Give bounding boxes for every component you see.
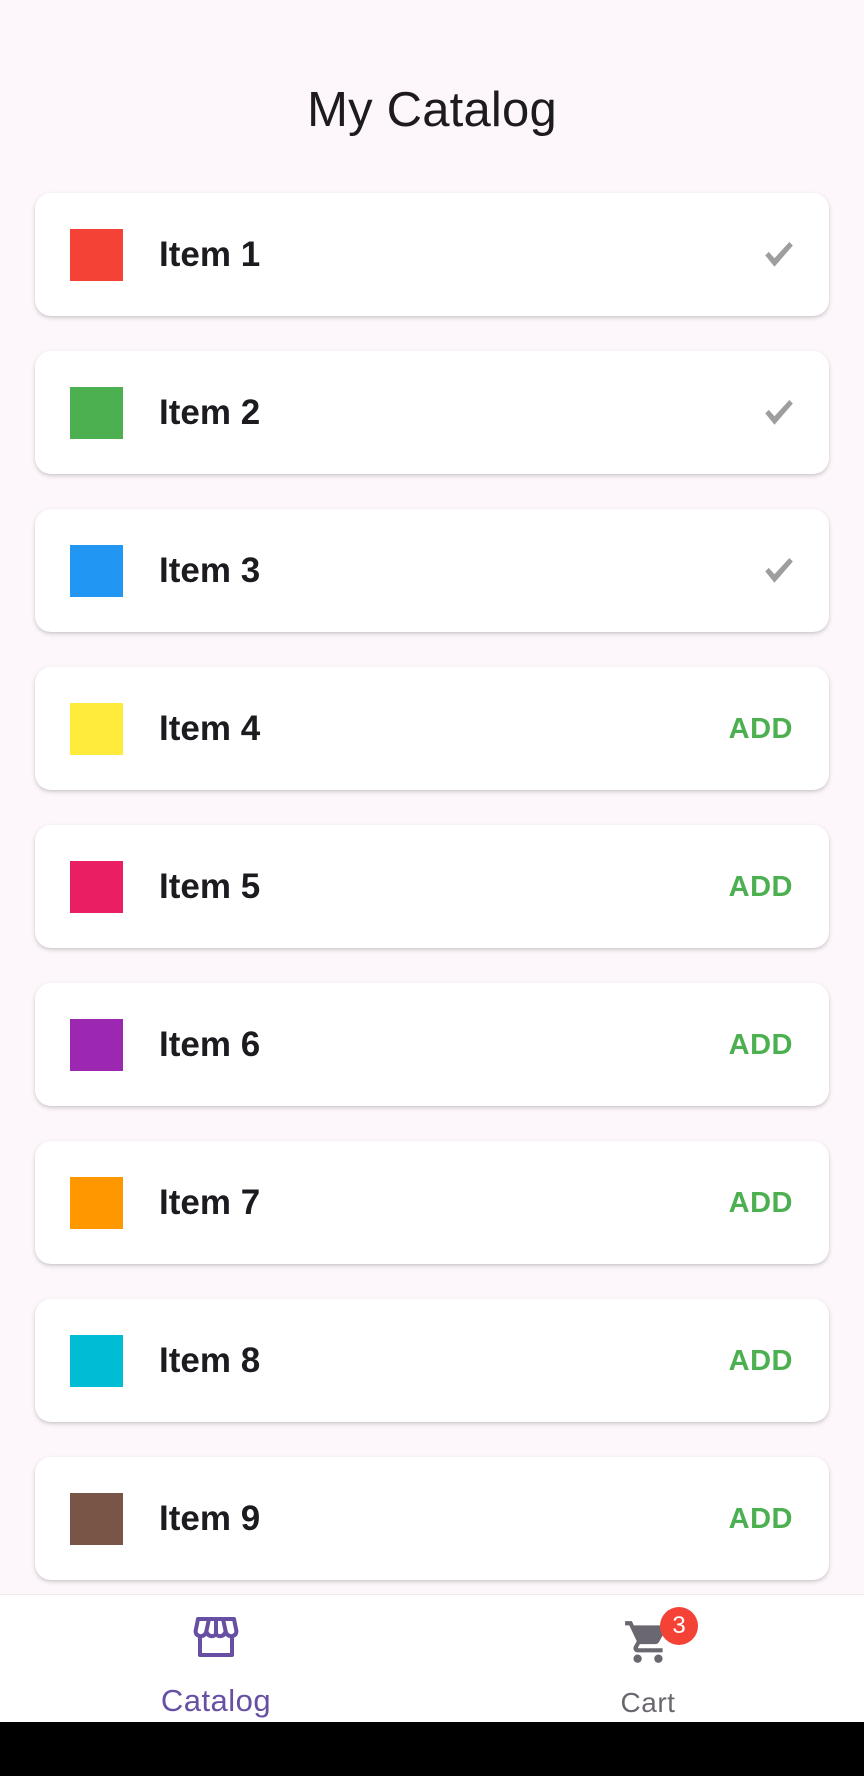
item-name: Item 4 (159, 709, 261, 748)
list-item: Item 2 (35, 351, 829, 474)
nav-catalog-label: Catalog (160, 1683, 272, 1718)
item-name: Item 1 (159, 235, 261, 274)
system-navigation-bar (0, 1722, 864, 1776)
color-swatch (70, 1019, 123, 1071)
list-item: Item 3 (35, 509, 829, 632)
add-button[interactable]: ADD (729, 1023, 793, 1067)
item-name: Item 3 (159, 551, 261, 590)
catalog-list[interactable]: My Catalog Item 1 Item 2 Item 3 Item 4 A… (0, 0, 864, 1594)
add-button[interactable]: ADD (729, 1181, 793, 1225)
color-swatch (70, 1493, 123, 1545)
nav-catalog[interactable]: Catalog (0, 1595, 432, 1723)
storefront-icon (193, 1617, 239, 1657)
add-button[interactable]: ADD (729, 707, 793, 751)
item-name: Item 2 (159, 393, 261, 432)
list-item: Item 9 ADD (35, 1457, 829, 1580)
check-icon (765, 399, 793, 425)
list-item: Item 5 ADD (35, 825, 829, 948)
color-swatch (70, 545, 123, 597)
add-button[interactable]: ADD (729, 1497, 793, 1541)
add-button[interactable]: ADD (729, 865, 793, 909)
item-name: Item 8 (159, 1341, 261, 1380)
list-item: Item 4 ADD (35, 667, 829, 790)
list-item: Item 6 ADD (35, 983, 829, 1106)
bottom-navigation: Catalog 3 Cart (0, 1594, 864, 1723)
list-item: Item 1 (35, 193, 829, 316)
item-name: Item 5 (159, 867, 261, 906)
color-swatch (70, 1177, 123, 1229)
color-swatch (70, 1335, 123, 1387)
nav-cart-label: Cart (620, 1687, 676, 1718)
list-item: Item 7 ADD (35, 1141, 829, 1264)
list-item: Item 8 ADD (35, 1299, 829, 1422)
color-swatch (70, 229, 123, 281)
color-swatch (70, 703, 123, 755)
check-icon (765, 557, 793, 583)
color-swatch (70, 387, 123, 439)
page-title: My Catalog (307, 83, 557, 137)
color-swatch (70, 861, 123, 913)
app-bar: My Catalog (0, 0, 864, 190)
cart-count-badge: 3 (660, 1607, 698, 1645)
nav-cart[interactable]: 3 Cart (432, 1595, 864, 1723)
add-button[interactable]: ADD (729, 1339, 793, 1383)
check-icon (765, 241, 793, 267)
item-name: Item 9 (159, 1499, 261, 1538)
item-name: Item 7 (159, 1183, 261, 1222)
item-name: Item 6 (159, 1025, 261, 1064)
